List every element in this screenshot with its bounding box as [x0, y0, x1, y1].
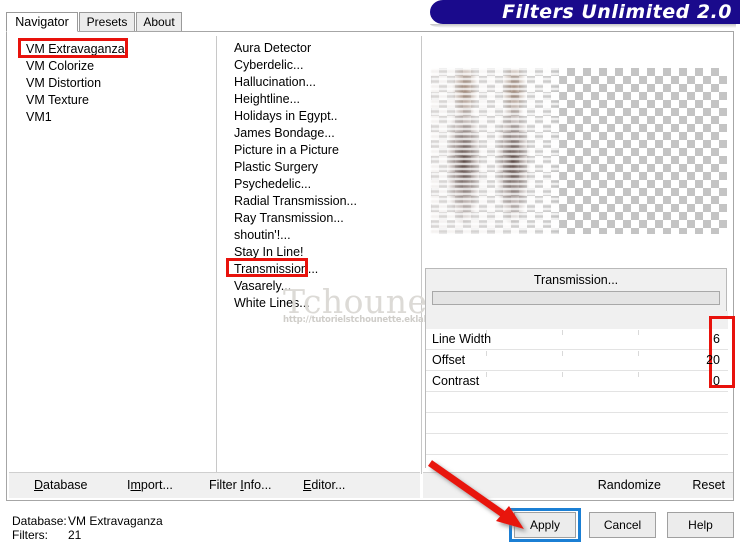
parameter-row-empty	[426, 413, 728, 434]
filters-unlimited-window: Filters Unlimited 2.0 Navigator Presets …	[0, 0, 740, 551]
banner-shadow	[430, 24, 736, 28]
slider-ticks	[486, 330, 664, 335]
filter-item-shoutin[interactable]: shoutin'!...	[230, 227, 420, 244]
parameter-value: 20	[706, 353, 720, 367]
menu-filter-info[interactable]: Filter Info...	[209, 478, 272, 492]
status-database-key: Database:	[12, 514, 67, 528]
divider-right	[421, 36, 422, 474]
parameters-panel: Transmission... Line Width 6 Offset 20 C…	[425, 268, 728, 476]
parameter-label: Contrast	[432, 374, 480, 388]
menu-randomize[interactable]: Randomize	[598, 478, 661, 492]
preview-image-fade	[525, 68, 565, 234]
annotation-box-filter	[226, 258, 308, 277]
parameter-label: Offset	[432, 353, 466, 367]
filter-item-white-lines[interactable]: White Lines...	[230, 295, 420, 312]
tab-about[interactable]: About	[136, 12, 182, 32]
menu-filter-info-pre: Filter	[209, 478, 241, 492]
parameter-rows: Line Width 6 Offset 20 Contrast 0	[426, 311, 728, 476]
menu-database-label: atabase	[43, 478, 88, 492]
parameters-title: Transmission...	[533, 273, 619, 287]
annotation-arrow-icon	[427, 460, 524, 529]
main-panel: VM Extravaganza VM Colorize VM Distortio…	[6, 31, 734, 501]
database-item-vm-colorize[interactable]: VM Colorize	[23, 58, 203, 75]
filter-item-radial-transmission[interactable]: Radial Transmission...	[230, 193, 420, 210]
title-banner: Filters Unlimited 2.0	[430, 0, 740, 24]
panel-menu-bar: Database Import... Filter Info... Editor…	[9, 472, 733, 498]
panel-menu-left: Database Import... Filter Info... Editor…	[9, 472, 420, 498]
menu-editor[interactable]: Editor...	[303, 478, 345, 492]
menu-accel: D	[34, 478, 44, 492]
status-filters: Filters: 21	[12, 528, 81, 542]
parameter-row-line-width[interactable]: Line Width 6	[426, 329, 728, 350]
filter-item-hallucination[interactable]: Hallucination...	[230, 74, 420, 91]
parameter-row-contrast[interactable]: Contrast 0	[426, 371, 728, 392]
parameter-row-offset[interactable]: Offset 20	[426, 350, 728, 371]
parameter-row-spacer	[426, 311, 728, 329]
filter-item-plastic-surgery[interactable]: Plastic Surgery	[230, 159, 420, 176]
menu-import[interactable]: Import...	[127, 478, 173, 492]
menu-import-label: port...	[140, 478, 173, 492]
preview-and-parameters-pane: Tchounette http://tutorielstchounette.ek…	[283, 36, 733, 476]
preset-name-field[interactable]	[432, 291, 720, 305]
menu-editor-label: ditor...	[311, 478, 346, 492]
status-database-value: VM Extravaganza	[68, 514, 163, 528]
database-item-vm1[interactable]: VM1	[23, 109, 203, 126]
slider-ticks	[486, 372, 664, 377]
parameter-row-empty	[426, 434, 728, 455]
filter-item-ray-transmission[interactable]: Ray Transmission...	[230, 210, 420, 227]
menu-reset[interactable]: Reset	[692, 478, 725, 492]
menu-database[interactable]: Database	[34, 478, 88, 492]
filter-item-holidays-in-egypt[interactable]: Holidays in Egypt..	[230, 108, 420, 125]
help-button[interactable]: Help	[667, 512, 734, 538]
status-database: Database:VM Extravaganza	[12, 514, 163, 528]
filter-item-heightline[interactable]: Heightline...	[230, 91, 420, 108]
preview-area[interactable]	[425, 36, 727, 266]
filter-item-psychedelic[interactable]: Psychedelic...	[230, 176, 420, 193]
filter-item-james-bondage[interactable]: James Bondage...	[230, 125, 420, 142]
filter-item-picture-in-a-picture[interactable]: Picture in a Picture	[230, 142, 420, 159]
slider-ticks	[486, 351, 664, 356]
database-item-vm-texture[interactable]: VM Texture	[23, 92, 203, 109]
parameter-value: 6	[713, 332, 720, 346]
filter-item-aura-detector[interactable]: Aura Detector	[230, 40, 420, 57]
database-item-vm-distortion[interactable]: VM Distortion	[23, 75, 203, 92]
parameter-row-empty	[426, 392, 728, 413]
divider-left	[216, 36, 217, 474]
menu-filter-info-label: nfo...	[243, 478, 272, 492]
annotation-box-database	[18, 38, 128, 58]
menu-accel: m	[130, 478, 141, 492]
status-filters-key: Filters:	[12, 528, 48, 542]
status-filters-value: 21	[68, 528, 82, 542]
database-list-pane: VM Extravaganza VM Colorize VM Distortio…	[9, 36, 214, 474]
tab-presets[interactable]: Presets	[79, 12, 135, 32]
cancel-button[interactable]: Cancel	[589, 512, 656, 538]
parameter-value: 0	[713, 374, 720, 388]
tab-navigator[interactable]: Navigator	[6, 12, 78, 32]
parameter-label: Line Width	[432, 332, 492, 346]
app-title: Filters Unlimited 2.0	[502, 1, 732, 23]
filter-item-cyberdelic[interactable]: Cyberdelic...	[230, 57, 420, 74]
tab-strip: Navigator Presets About	[6, 12, 426, 32]
filter-item-vasarely[interactable]: Vasarely...	[230, 278, 420, 295]
filter-list-pane: Aura Detector Cyberdelic... Hallucinatio…	[218, 36, 420, 474]
